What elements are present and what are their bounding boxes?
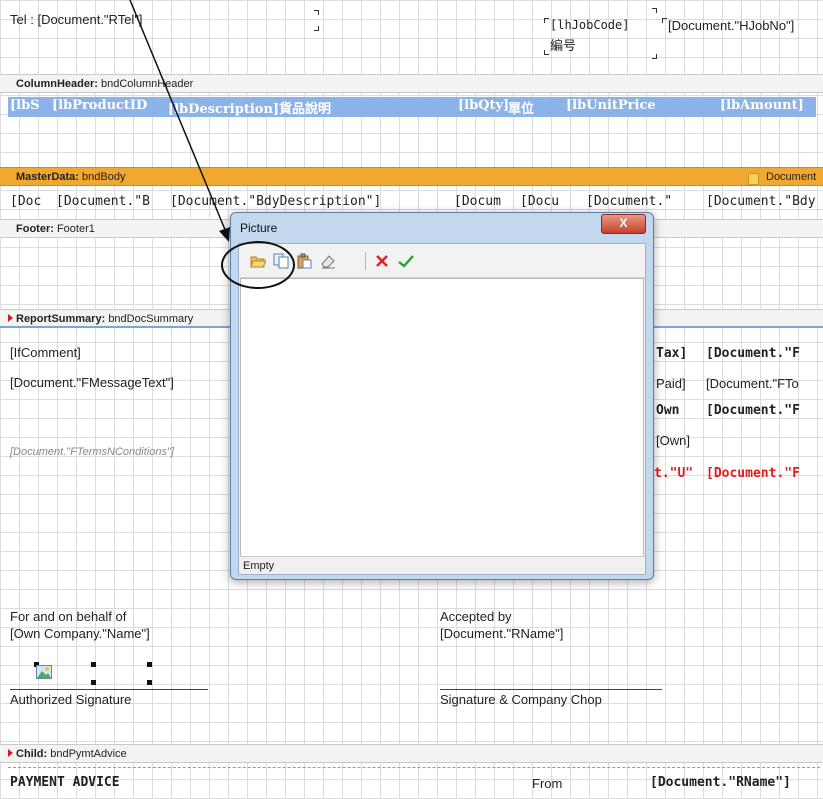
dialog-body: Empty — [238, 243, 646, 575]
close-button[interactable]: X — [601, 214, 646, 234]
picture-toolbar — [239, 244, 645, 278]
toolbar-separator — [365, 252, 366, 270]
highlight-ellipse — [221, 241, 295, 289]
picture-status: Empty — [239, 556, 645, 574]
cancel-icon[interactable] — [373, 252, 391, 270]
check-icon[interactable] — [397, 252, 415, 270]
report-designer-canvas[interactable]: Tel : [Document."RTel"] [lhJobCode] 編号 [… — [0, 0, 823, 799]
paste-icon[interactable] — [295, 252, 313, 270]
picture-preview-area[interactable] — [240, 278, 644, 557]
dialog-title: Picture — [240, 221, 278, 235]
eraser-icon[interactable] — [319, 252, 337, 270]
